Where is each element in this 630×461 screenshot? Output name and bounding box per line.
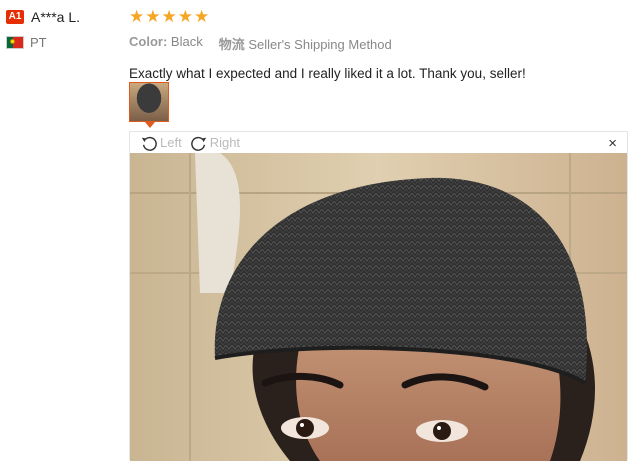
rotate-right-label: Right <box>209 135 241 150</box>
review-body: ★ ★ ★ ★ ★ Color: Black 物流 Seller's Shipp… <box>129 6 629 82</box>
star-icon: ★ <box>177 6 193 26</box>
shipping-label: 物流 <box>218 37 245 52</box>
rotate-right-button[interactable]: Right <box>190 134 240 152</box>
color-info: Color: Black <box>129 34 203 53</box>
rotate-left-label: Left <box>160 135 182 150</box>
shipping-value: Seller's Shipping Method <box>248 37 392 52</box>
color-value: Black <box>170 34 203 49</box>
order-meta: Color: Black 物流 Seller's Shipping Method <box>129 34 629 53</box>
photo-thumbnail[interactable] <box>129 82 169 122</box>
reviewer-country-row: PT <box>6 35 116 50</box>
reviewer-country: PT <box>30 35 47 50</box>
rotate-right-icon <box>190 136 206 151</box>
buyer-level-badge: A1 <box>6 10 24 24</box>
photo-viewer: Left Right × <box>129 131 628 461</box>
star-icon: ★ <box>194 6 210 26</box>
color-label: Color: <box>129 34 168 49</box>
star-icon: ★ <box>145 6 161 26</box>
review-photo <box>130 153 627 461</box>
star-icon: ★ <box>129 6 145 26</box>
star-rating: ★ ★ ★ ★ ★ <box>129 6 629 26</box>
close-viewer-button[interactable]: × <box>608 135 617 152</box>
selected-thumbnail-arrow-icon <box>145 122 155 128</box>
photo-thumbnail-strip <box>129 82 169 128</box>
photo-viewer-toolbar: Left Right × <box>130 132 627 153</box>
review-text: Exactly what I expected and I really lik… <box>129 66 526 81</box>
reviewer-name: A***a L. <box>31 9 81 25</box>
rotate-left-button[interactable]: Left <box>140 134 182 152</box>
portugal-flag-icon <box>6 36 24 49</box>
rotate-left-icon <box>141 136 157 151</box>
beanie-selfie-image <box>130 153 627 461</box>
shipping-info: 物流 Seller's Shipping Method <box>219 34 392 53</box>
reviewer-panel: A1 A***a L. PT <box>6 8 116 50</box>
reviewer-name-row: A1 A***a L. <box>6 8 116 26</box>
star-icon: ★ <box>161 6 177 26</box>
